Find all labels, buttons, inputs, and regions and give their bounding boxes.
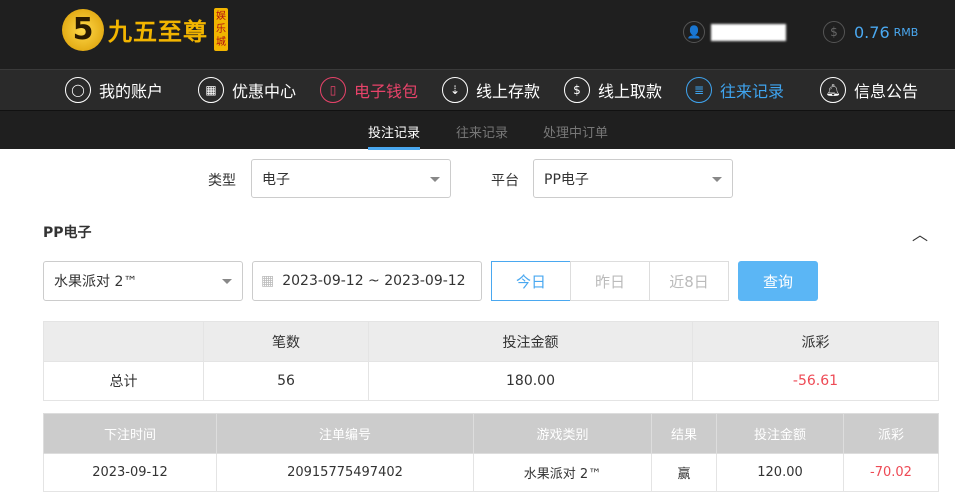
today-button[interactable]: 今日 <box>491 261 571 301</box>
header-cell: 投注金额 <box>368 321 693 362</box>
header-cell: 下注时间 <box>43 413 217 454</box>
sub-nav: 投注记录 往来记录 处理中订单 <box>0 110 955 150</box>
date-range-value: 2023-09-12 ~ 2023-09-12 <box>282 273 466 289</box>
nav-label: 线上取款 <box>598 82 663 101</box>
nav-deposit[interactable]: ⇣ 线上存款 <box>442 77 540 103</box>
gift-icon: ▦ <box>198 77 224 103</box>
nav-label: 电子钱包 <box>354 82 419 101</box>
nav-label: 线上存款 <box>476 82 541 101</box>
header-cell: 笔数 <box>203 321 369 362</box>
summary-table: 笔数 投注金额 派彩 总计 56 180.00 -56.61 <box>43 321 939 401</box>
header-cell: 派彩 <box>843 413 939 454</box>
header-cell <box>43 321 204 362</box>
tab-bet-records[interactable]: 投注记录 <box>368 122 421 150</box>
game-value: 水果派对 2™ <box>54 274 138 290</box>
nav-transactions[interactable]: ≣ 往来记录 <box>686 77 784 103</box>
platform-value: PP电子 <box>544 171 589 188</box>
header-cell: 投注金额 <box>716 413 844 454</box>
calendar-icon: ▦ <box>261 273 275 289</box>
logo-text: 九五至尊 <box>108 18 208 46</box>
bell-icon: 🔔︎ <box>820 77 846 103</box>
tab-pending-orders[interactable]: 处理中订单 <box>543 122 608 141</box>
logo[interactable]: 5 九五至尊 娱乐城 <box>62 8 228 51</box>
user-icon: 👤 <box>683 21 705 43</box>
nav-label: 信息公告 <box>854 82 919 101</box>
deposit-icon: ⇣ <box>442 77 468 103</box>
payout: -70.02 <box>843 453 939 492</box>
result: 赢 <box>651 453 717 492</box>
username-redacted <box>711 23 786 41</box>
date-range-input[interactable]: ▦ 2023-09-12 ~ 2023-09-12 <box>252 261 482 301</box>
wallet-icon: ▯ <box>320 77 346 103</box>
header-cell: 游戏类别 <box>473 413 652 454</box>
summary-row: 总计 56 180.00 -56.61 <box>43 361 939 401</box>
balance-amount: 0.76 <box>854 22 890 42</box>
records-icon: ≣ <box>686 77 712 103</box>
balance: $ 0.76 RMB <box>823 21 918 43</box>
tab-transactions[interactable]: 往来记录 <box>456 122 508 141</box>
total-label: 总计 <box>43 361 204 401</box>
table-row: 2023-09-12 20915775497402 水果派对 2™ 赢 120.… <box>43 453 939 492</box>
records-table: 下注时间 注单编号 游戏类别 结果 投注金额 派彩 2023-09-12 209… <box>43 413 939 492</box>
nav-my-account[interactable]: ◯ 我的账户 <box>65 77 163 103</box>
collapse-chevron-up-icon[interactable]: ︿ <box>912 221 928 245</box>
last-8-days-button[interactable]: 近8日 <box>649 261 729 301</box>
header-cell: 派彩 <box>692 321 939 362</box>
logo-mark: 5 <box>62 8 104 51</box>
bet-id: 20915775497402 <box>216 453 474 492</box>
type-value: 电子 <box>262 171 290 188</box>
summary-header-row: 笔数 投注金额 派彩 <box>43 321 939 362</box>
nav-label: 我的账户 <box>99 82 164 101</box>
platform-select[interactable]: PP电子 <box>533 159 733 198</box>
game-type: 水果派对 2™ <box>473 453 652 492</box>
bet-time: 2023-09-12 <box>43 453 217 492</box>
yesterday-button[interactable]: 昨日 <box>570 261 650 301</box>
type-select[interactable]: 电子 <box>251 159 451 198</box>
total-count: 56 <box>203 361 369 401</box>
header-cell: 结果 <box>651 413 717 454</box>
dollar-icon: $ <box>823 21 845 43</box>
nav-promotions[interactable]: ▦ 优惠中心 <box>198 77 296 103</box>
total-payout: -56.61 <box>692 361 939 401</box>
user-info[interactable]: 👤 <box>683 21 786 43</box>
chevron-down-icon <box>222 279 232 289</box>
type-label: 类型 <box>208 173 236 189</box>
bet-amount: 120.00 <box>716 453 844 492</box>
user-icon: ◯ <box>65 77 91 103</box>
chevron-down-icon <box>430 177 440 187</box>
withdraw-icon: $ <box>564 77 590 103</box>
logo-badge: 娱乐城 <box>214 8 228 51</box>
records-header-row: 下注时间 注单编号 游戏类别 结果 投注金额 派彩 <box>43 413 939 454</box>
top-header: 5 九五至尊 娱乐城 👤 $ 0.76 RMB <box>0 0 955 69</box>
game-select[interactable]: 水果派对 2™ <box>43 261 243 301</box>
search-button[interactable]: 查询 <box>738 261 818 301</box>
section-title: PP电子 <box>43 225 92 241</box>
header-cell: 注单编号 <box>216 413 474 454</box>
main-nav: ◯ 我的账户 ▦ 优惠中心 ▯ 电子钱包 ⇣ 线上存款 $ 线上取款 ≣ 往来记录 🔔︎ 信息… <box>0 69 955 110</box>
nav-announcements[interactable]: 🔔︎ 信息公告 <box>820 77 918 103</box>
nav-e-wallet[interactable]: ▯ 电子钱包 <box>320 77 418 103</box>
chevron-down-icon <box>712 177 722 187</box>
nav-label: 优惠中心 <box>232 82 297 101</box>
total-bet: 180.00 <box>368 361 693 401</box>
platform-label: 平台 <box>491 173 519 189</box>
balance-currency: RMB <box>893 25 919 39</box>
nav-withdraw[interactable]: $ 线上取款 <box>564 77 662 103</box>
nav-label: 往来记录 <box>720 82 785 101</box>
